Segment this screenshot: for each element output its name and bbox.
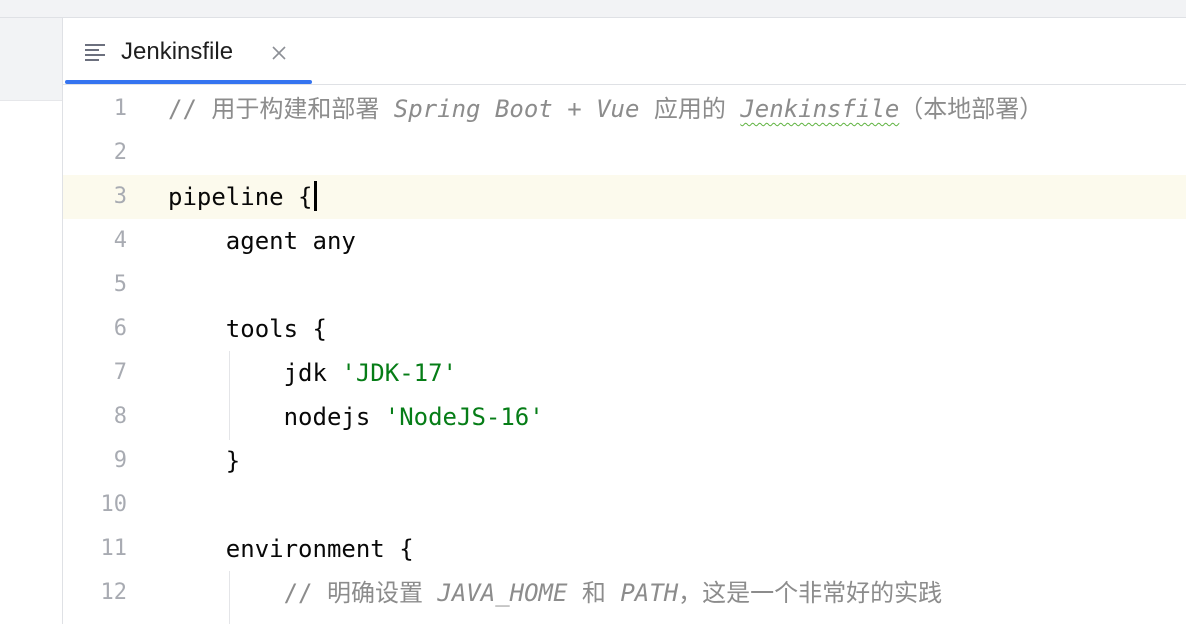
code-line[interactable]: 10	[63, 483, 1186, 527]
tab-jenkinsfile[interactable]: Jenkinsfile	[63, 18, 312, 84]
code-text: }	[168, 439, 240, 483]
code-text: tools {	[168, 307, 327, 351]
code-line[interactable]: 12 // 明确设置 JAVA_HOME 和 PATH，这是一个非常好的实践	[63, 571, 1186, 615]
code-line[interactable]: 7 jdk 'JDK-17'	[63, 351, 1186, 395]
code-token: pipeline {	[168, 183, 313, 211]
code-text: jdk 'JDK-17'	[168, 351, 457, 395]
code-line[interactable]: 1 // 用于构建和部署 Spring Boot + Vue 应用的 Jenkin…	[63, 87, 1186, 131]
code-line[interactable]: 6 tools {	[63, 307, 1186, 351]
line-number: 10	[100, 492, 128, 517]
string-literal: 'NodeJS-16'	[384, 403, 544, 431]
tab-label: Jenkinsfile	[121, 38, 234, 65]
code-text: pipeline {	[168, 175, 317, 219]
ide-window: Jenkinsfile 1 // 用于构建和部署 Spring Boot + Vu…	[0, 0, 1186, 624]
tool-window-header	[0, 18, 62, 101]
comment-italic: JAVA_HOME	[437, 579, 568, 607]
close-icon[interactable]	[270, 44, 288, 62]
code-text: nodejs 'NodeJS-16'	[168, 395, 544, 439]
code-comment: // 用于构建和部署 Spring Boot + Vue 应用的 Jenkins…	[168, 95, 1043, 123]
line-number: 8	[113, 404, 127, 429]
code-token: agent any	[168, 227, 356, 255]
comment-italic: PATH	[620, 579, 679, 607]
comment-text: 应用的	[639, 95, 741, 123]
active-tab-indicator	[65, 80, 312, 84]
title-bar	[0, 0, 1186, 18]
code-text: // 明确设置 JAVA_HOME 和 PATH，这是一个非常好的实践	[168, 571, 943, 615]
comment-typo: Jenkinsfile	[740, 95, 900, 123]
comment-text: 和	[567, 579, 621, 607]
line-number: 1	[113, 96, 127, 121]
code-token: tools {	[168, 315, 327, 343]
line-number: 9	[113, 448, 127, 473]
line-number: 12	[100, 580, 128, 605]
code-token: nodejs	[168, 403, 385, 431]
editor-tab-bar: Jenkinsfile	[63, 18, 1186, 85]
project-tool-window	[0, 18, 63, 624]
code-line[interactable]: 11 environment {	[63, 527, 1186, 571]
comment-text: // 用于构建和部署	[168, 95, 394, 123]
code-text: agent any	[168, 219, 356, 263]
comment-text: // 明确设置	[283, 579, 438, 607]
line-number: 5	[113, 272, 127, 297]
comment-italic: Spring Boot + Vue	[393, 95, 640, 123]
line-number: 6	[113, 316, 127, 341]
line-number: 7	[113, 360, 127, 385]
comment-text: ，这是一个非常好的实践	[678, 579, 943, 607]
code-line[interactable]: 3 pipeline {	[63, 175, 1186, 219]
text-caret	[313, 181, 317, 211]
line-number: 11	[100, 536, 128, 561]
line-number: 3	[113, 184, 127, 209]
code-line[interactable]: 2	[63, 131, 1186, 175]
code-line[interactable]: 9 }	[63, 439, 1186, 483]
code-token: environment {	[168, 535, 414, 563]
code-line[interactable]: 4 agent any	[63, 219, 1186, 263]
code-text: // 用于构建和部署 Spring Boot + Vue 应用的 Jenkins…	[168, 87, 1043, 131]
line-number: 4	[113, 228, 127, 253]
code-editor[interactable]: 1 // 用于构建和部署 Spring Boot + Vue 应用的 Jenkin…	[63, 85, 1186, 624]
line-number: 2	[113, 140, 127, 165]
code-token: }	[168, 447, 241, 475]
code-token: jdk	[168, 359, 342, 387]
code-comment: // 明确设置 JAVA_HOME 和 PATH，这是一个非常好的实践	[284, 579, 943, 607]
code-line[interactable]: 5	[63, 263, 1186, 307]
code-text: environment {	[168, 527, 414, 571]
comment-text: （本地部署）	[899, 95, 1044, 123]
string-literal: 'JDK-17'	[341, 359, 457, 387]
text-lines-icon	[85, 43, 107, 63]
code-line[interactable]: 8 nodejs 'NodeJS-16'	[63, 395, 1186, 439]
